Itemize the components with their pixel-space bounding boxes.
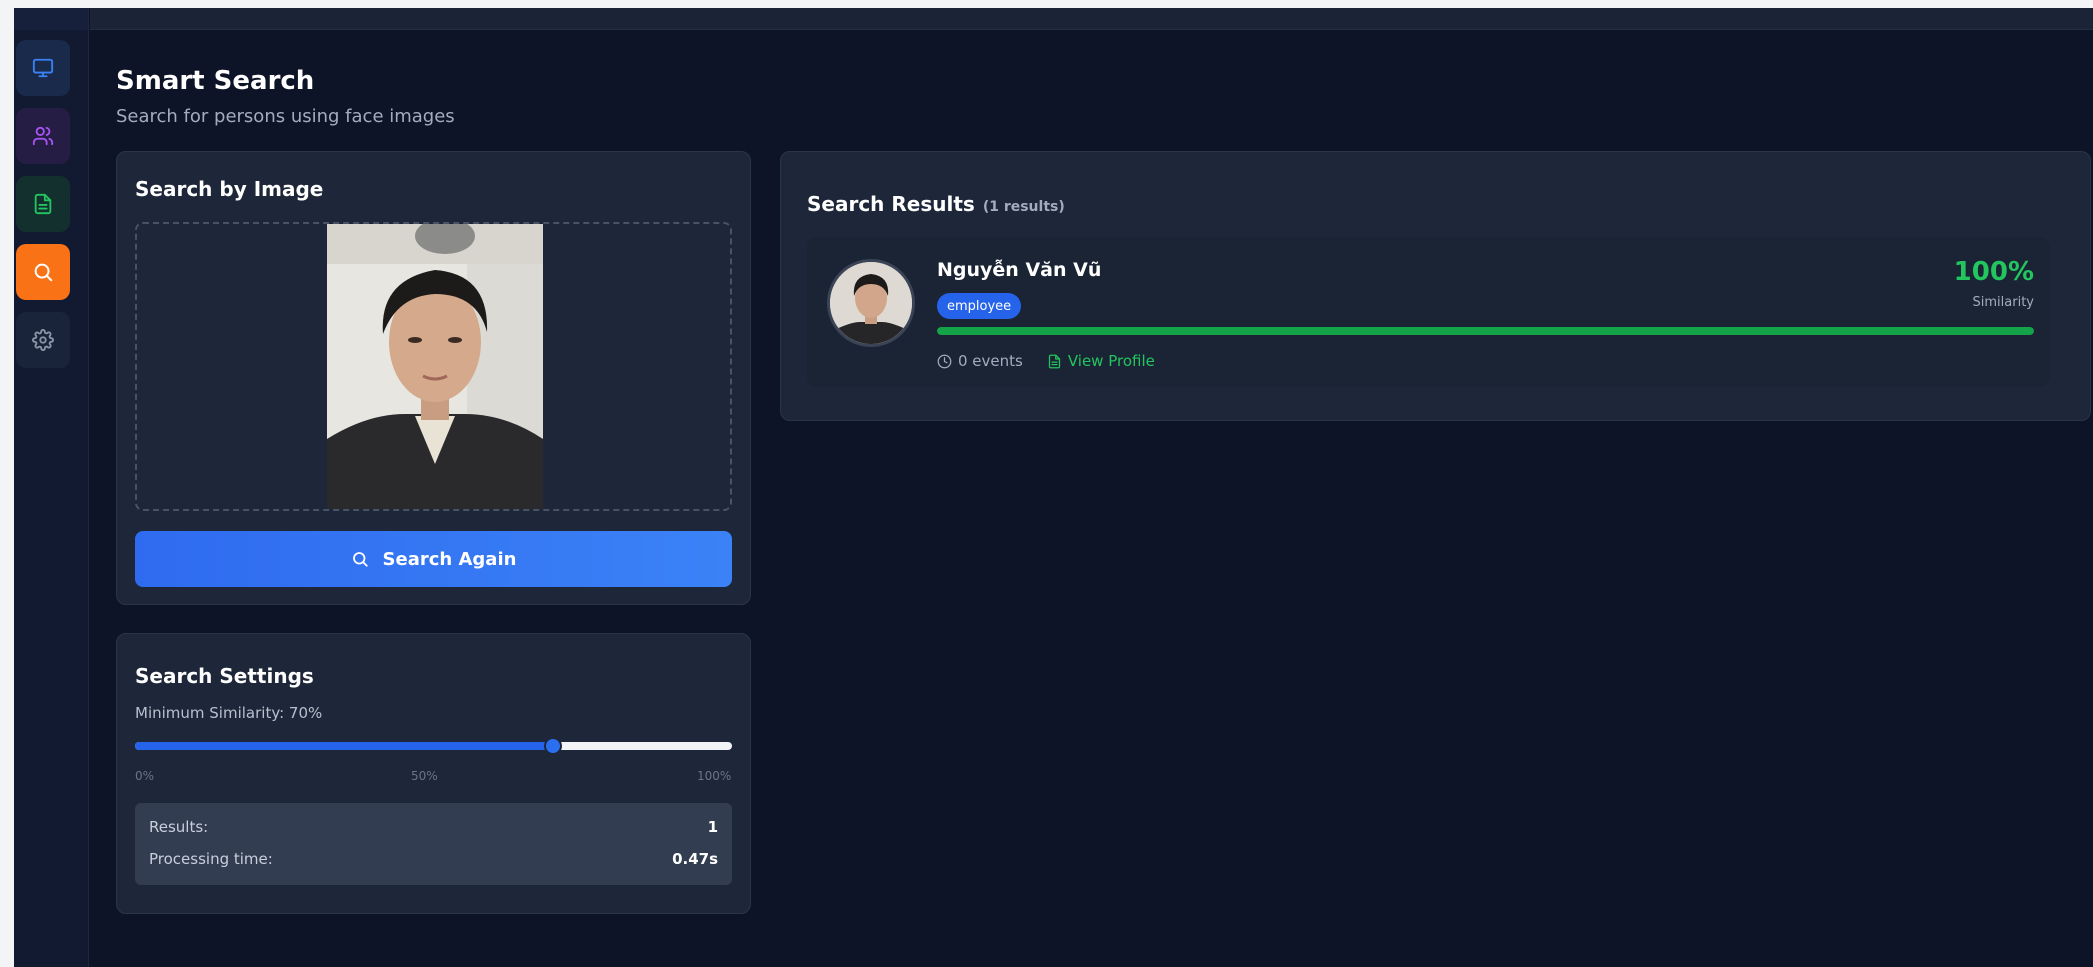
sidebar-item-search[interactable]	[16, 244, 70, 300]
search-results-heading: Search Results	[807, 192, 975, 216]
search-settings-title: Search Settings	[135, 664, 314, 688]
search-icon	[34, 263, 53, 282]
search-by-image-card: Search by Image Search Again	[116, 151, 751, 605]
result-item[interactable]: Nguyễn Văn Vũ employee 100% Similarity 0…	[807, 237, 2050, 387]
results-count: (1 results)	[982, 199, 1065, 215]
role-badge: employee	[937, 293, 1022, 319]
search-again-label: Search Again	[382, 548, 517, 570]
gear-icon	[32, 329, 54, 351]
search-settings-card: Search Settings Minimum Similarity: 70% …	[116, 633, 751, 914]
min-similarity-label: Minimum Similarity: 70%	[135, 704, 323, 722]
person-name[interactable]: Nguyễn Văn Vũ	[937, 259, 1101, 281]
view-profile-link[interactable]: View Profile	[1047, 352, 1155, 370]
sidebar-header	[14, 8, 88, 30]
events-count: 0 events	[937, 352, 1023, 370]
stat-label: Processing time:	[149, 850, 273, 868]
sidebar-item-monitor[interactable]	[16, 40, 70, 96]
events-label: 0 events	[958, 352, 1023, 370]
file-text-icon	[34, 193, 52, 215]
search-results-card: Search Results (1 results) Nguyễn Văn Vũ …	[780, 151, 2091, 421]
page-title: Smart Search	[116, 66, 315, 96]
similarity-label: Similarity	[1972, 295, 2034, 310]
search-stats: Results: 1 Processing time: 0.47s	[135, 803, 732, 885]
stat-label: Results:	[149, 818, 209, 836]
avatar	[827, 259, 915, 347]
search-icon	[352, 552, 368, 567]
sidebar	[14, 8, 89, 967]
sidebar-item-reports[interactable]	[16, 176, 70, 232]
slider-fill	[135, 742, 553, 750]
result-meta: 0 events View Profile	[937, 352, 1155, 370]
users-icon	[32, 126, 54, 146]
stat-value: 1	[707, 818, 718, 836]
stat-row-processing-time: Processing time: 0.47s	[149, 849, 718, 869]
image-dropzone[interactable]	[135, 222, 732, 511]
search-by-image-title: Search by Image	[135, 177, 324, 201]
stat-value: 0.47s	[672, 850, 718, 868]
tick-label-max: 100%	[697, 769, 732, 783]
tick-label-min: 0%	[135, 769, 155, 783]
clock-icon	[937, 354, 952, 368]
app-window: Smart Search Search for persons using fa…	[14, 8, 2093, 967]
monitor-icon	[32, 58, 54, 78]
page-subtitle: Search for persons using face images	[116, 106, 455, 127]
sidebar-item-settings[interactable]	[16, 312, 70, 368]
view-profile-label: View Profile	[1067, 352, 1155, 370]
slider-thumb[interactable]	[543, 737, 562, 755]
top-bar	[90, 8, 2093, 30]
tick-label-mid: 50%	[411, 769, 438, 783]
min-similarity-slider[interactable]	[135, 737, 732, 755]
sidebar-item-users[interactable]	[16, 108, 70, 164]
file-text-icon	[1048, 354, 1060, 368]
query-face-image	[327, 224, 543, 509]
stat-row-results: Results: 1	[149, 817, 718, 837]
search-again-button[interactable]: Search Again	[135, 531, 732, 587]
search-results-title: Search Results (1 results)	[807, 192, 1065, 216]
similarity-value: 100%	[1953, 257, 2034, 287]
similarity-bar	[937, 327, 2034, 335]
similarity-bar-fill	[937, 327, 2034, 335]
